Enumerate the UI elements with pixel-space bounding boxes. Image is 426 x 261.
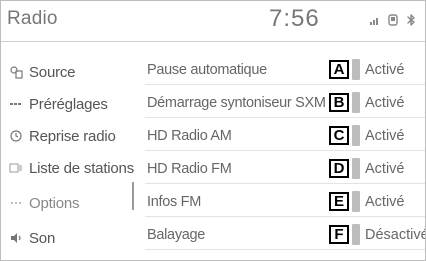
status-icons [369,14,417,26]
row-divider [145,84,425,85]
row-divider [145,216,425,217]
option-state: Activé [365,61,405,78]
phone-icon [387,14,399,26]
app-title: Radio [7,8,58,29]
bluetooth-icon [405,14,417,26]
option-row-scan[interactable]: Balayage F Désactivé [139,219,426,250]
radio-screen: Radio 7:56 Source Préréglages Reprise ra… [0,0,426,261]
option-row-hd-radio-fm[interactable]: HD Radio FM D Activé [139,153,425,184]
toggle-indicator [352,191,360,212]
toggle-indicator [352,224,360,245]
option-label: Balayage [147,226,206,243]
option-label: HD Radio AM [147,127,232,144]
option-state: Désactivé [365,226,426,243]
sound-icon [9,231,23,245]
row-divider [145,150,425,151]
sidebar-item-label: Source [29,63,76,81]
marker-d: D [329,159,349,178]
option-row-auto-pause[interactable]: Pause automatique A Activé [139,54,425,85]
toggle-indicator [352,125,360,146]
signal-icon [369,14,381,26]
option-state: Activé [365,94,405,111]
option-label: Pause automatique [147,61,267,78]
option-label: HD Radio FM [147,160,232,177]
sidebar-item-label: Son [29,229,56,247]
sidebar-item-presets[interactable]: Préréglages [1,89,134,119]
option-state: Activé [365,127,405,144]
marker-c: C [329,126,349,145]
sidebar-item-label: Préréglages [29,95,108,113]
active-item-indicator [132,182,134,210]
option-row-fm-info[interactable]: Infos FM E Activé [139,186,425,217]
sidebar-item-label: Reprise radio [29,127,116,145]
presets-icon [9,97,23,111]
toggle-indicator [352,158,360,179]
option-state: Activé [365,160,405,177]
marker-f: F [329,225,349,244]
sidebar-item-label: Options [29,194,80,212]
toggle-indicator [352,92,360,113]
resume-icon [9,129,23,143]
marker-a: A [329,60,349,79]
options-icon [9,196,23,210]
sidebar: Source Préréglages Reprise radio Liste d… [1,42,134,260]
row-divider [145,117,425,118]
option-label: Infos FM [147,193,201,210]
marker-e: E [329,192,349,211]
sidebar-item-sound[interactable]: Son [1,223,134,253]
header-bar: Radio 7:56 [1,1,425,41]
option-state: Activé [365,193,405,210]
source-icon [9,65,23,79]
toggle-indicator [352,59,360,80]
option-label: Démarrage syntoniseur SXM [147,94,326,111]
options-list: Pause automatique A Activé Démarrage syn… [139,54,426,260]
option-row-hd-radio-am[interactable]: HD Radio AM C Activé [139,120,425,151]
clock: 7:56 [269,5,320,32]
sidebar-item-radio-resume[interactable]: Reprise radio [1,121,134,151]
sidebar-item-station-list[interactable]: Liste de stations [1,153,134,183]
sidebar-item-options[interactable]: Options [1,188,134,218]
row-divider [145,183,425,184]
option-row-sxm-tuner[interactable]: Démarrage syntoniseur SXM B Activé [139,87,425,118]
row-divider [145,249,425,250]
sidebar-item-label: Liste de stations [29,159,134,177]
sidebar-item-source[interactable]: Source [1,57,134,87]
station-list-icon [9,161,23,175]
marker-b: B [329,93,349,112]
